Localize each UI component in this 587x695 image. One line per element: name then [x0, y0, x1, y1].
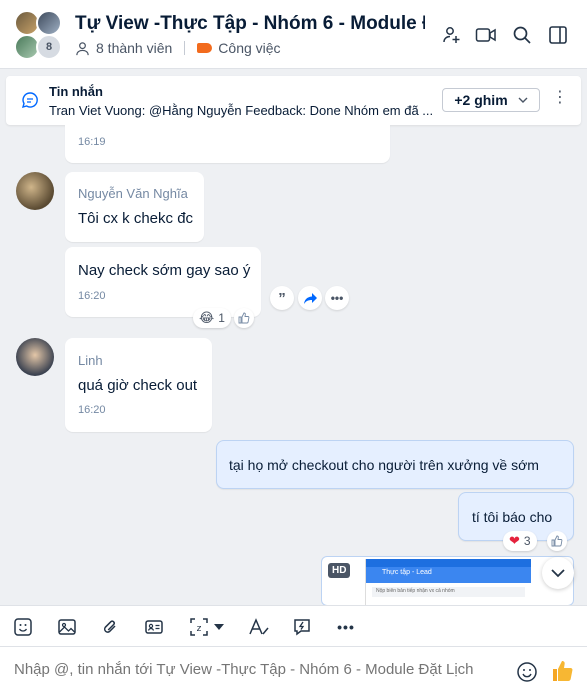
- divider: [184, 41, 186, 55]
- reaction-summary[interactable]: ❤ 3: [503, 531, 537, 551]
- reaction-count: 1: [218, 311, 225, 325]
- pinned-more-button[interactable]: ⋮: [550, 90, 570, 110]
- pinned-text: Tran Viet Vuong: @Hằng Nguyễn Feedback: …: [49, 103, 434, 118]
- chat-bubble-icon: [21, 92, 38, 109]
- text-format-button[interactable]: [248, 616, 270, 638]
- avatar[interactable]: [16, 338, 54, 376]
- message-input[interactable]: [14, 661, 494, 678]
- thumbs-up-send-icon[interactable]: [551, 659, 575, 683]
- contact-card-button[interactable]: [143, 616, 165, 638]
- more-options-button[interactable]: •••: [335, 616, 357, 638]
- screenshot-icon: z: [190, 618, 208, 636]
- image-button[interactable]: [56, 616, 78, 638]
- group-avatar[interactable]: 8: [14, 10, 66, 60]
- add-member-button[interactable]: [440, 23, 464, 47]
- sender-name: Linh: [78, 353, 103, 368]
- message-bubble[interactable]: Nay check sớm gay sao ý 16:20: [65, 247, 261, 317]
- text-format-icon: [249, 618, 269, 635]
- thumbnail-row: Nộp biên bản tiếp nhận vx cả nhóm: [372, 587, 525, 597]
- emoji-icon[interactable]: [516, 661, 538, 683]
- reaction-count: 3: [523, 534, 531, 548]
- chevron-down-icon: [551, 569, 565, 578]
- add-user-icon: [443, 27, 460, 43]
- message-time: 16:20: [78, 290, 106, 302]
- pinned-title: Tin nhắn: [49, 84, 103, 99]
- message-text: quá giờ check out: [78, 377, 198, 394]
- svg-text:z: z: [197, 624, 202, 634]
- heart-icon: ❤: [509, 533, 520, 548]
- message-bubble[interactable]: Nguyễn Văn Nghĩa Tôi cx k chekc đc: [65, 172, 204, 242]
- thumbs-up-icon: [551, 535, 563, 547]
- chat-header: 8 Tự View -Thực Tập - Nhóm 6 - Module Đặ…: [0, 0, 587, 69]
- video-camera-icon: [475, 28, 496, 42]
- message-text: Nay check sớm gay sao ý: [78, 262, 251, 279]
- image-message[interactable]: HD Thực tập - Lead Nộp biên bản tiếp nhậ…: [321, 556, 574, 606]
- lightning-message-icon: [294, 619, 310, 636]
- sticker-button[interactable]: [12, 616, 34, 638]
- avatar[interactable]: [16, 172, 54, 210]
- like-reaction-button[interactable]: [547, 531, 567, 551]
- hd-badge: HD: [328, 563, 351, 578]
- conversation-meta: 8 thành viên Công việc: [75, 40, 281, 56]
- like-reaction-button[interactable]: [234, 308, 254, 328]
- contact-card-icon: [145, 620, 163, 634]
- screenshot-button[interactable]: z: [188, 616, 210, 638]
- reaction-summary[interactable]: 😂 1: [193, 308, 231, 328]
- pinned-count-label: +2 ghim: [454, 92, 508, 108]
- message-text: tại họ mở checkout cho người trên xưởng …: [229, 457, 539, 473]
- members-link[interactable]: 8 thành viên: [96, 40, 172, 56]
- composer-toolbar: z •••: [0, 605, 587, 647]
- pinned-count-dropdown[interactable]: +2 ghim: [442, 88, 540, 112]
- pinned-message-bar[interactable]: Tin nhắn Tran Viet Vuong: @Hằng Nguyễn F…: [6, 76, 581, 125]
- member-avatar: [36, 10, 62, 36]
- quote-icon: ”: [278, 289, 286, 307]
- message-text: tí tôi báo cho: [472, 509, 553, 525]
- message-text: Tôi cx k chekc đc: [78, 210, 194, 227]
- image-icon: [58, 619, 76, 635]
- more-actions-button[interactable]: •••: [325, 286, 349, 310]
- attach-file-button[interactable]: [99, 616, 121, 638]
- chevron-down-icon: [518, 97, 528, 103]
- more-dots-icon: •••: [337, 619, 355, 635]
- paperclip-icon: [103, 620, 116, 633]
- more-dots-icon: •••: [330, 291, 344, 305]
- member-count-badge: 8: [36, 34, 62, 60]
- conversation-title[interactable]: Tự View -Thực Tập - Nhóm 6 - Module Đặ: [75, 13, 425, 35]
- message-time: 16:20: [78, 404, 106, 416]
- forward-button[interactable]: [298, 286, 322, 310]
- person-icon: [76, 41, 89, 55]
- message-bubble-own[interactable]: tại họ mở checkout cho người trên xưởng …: [216, 440, 574, 489]
- quick-message-button[interactable]: [291, 616, 313, 638]
- caret-down-icon: [214, 624, 224, 630]
- sticker-icon: [14, 618, 32, 636]
- sender-name: Nguyễn Văn Nghĩa: [78, 186, 188, 201]
- conversation-info-button[interactable]: [546, 23, 570, 47]
- share-arrow-icon: [303, 292, 317, 304]
- quote-button[interactable]: ”: [270, 286, 294, 310]
- search-button[interactable]: [510, 23, 534, 47]
- message-composer: [0, 647, 587, 695]
- scroll-to-bottom-button[interactable]: [542, 557, 574, 589]
- thumbs-up-icon: [238, 312, 250, 324]
- thumbnail-title: Thực tập - Lead: [366, 567, 531, 583]
- laugh-emoji-icon: 😂: [199, 310, 215, 325]
- thumbnail-status-bar: [366, 559, 531, 567]
- search-icon: [513, 26, 531, 44]
- screenshot-options-dropdown[interactable]: [212, 616, 226, 638]
- tag-icon: [197, 43, 213, 53]
- message-bubble[interactable]: Linh quá giờ check out 16:20: [65, 338, 212, 432]
- message-time: 16:19: [78, 136, 106, 148]
- category-label[interactable]: Công việc: [218, 40, 280, 56]
- message-bubble[interactable]: 16:19: [65, 125, 390, 163]
- screenshot-thumbnail[interactable]: Thực tập - Lead Nộp biên bản tiếp nhận v…: [365, 559, 531, 605]
- video-call-button[interactable]: [474, 23, 498, 47]
- sidebar-panel-icon: [549, 26, 567, 44]
